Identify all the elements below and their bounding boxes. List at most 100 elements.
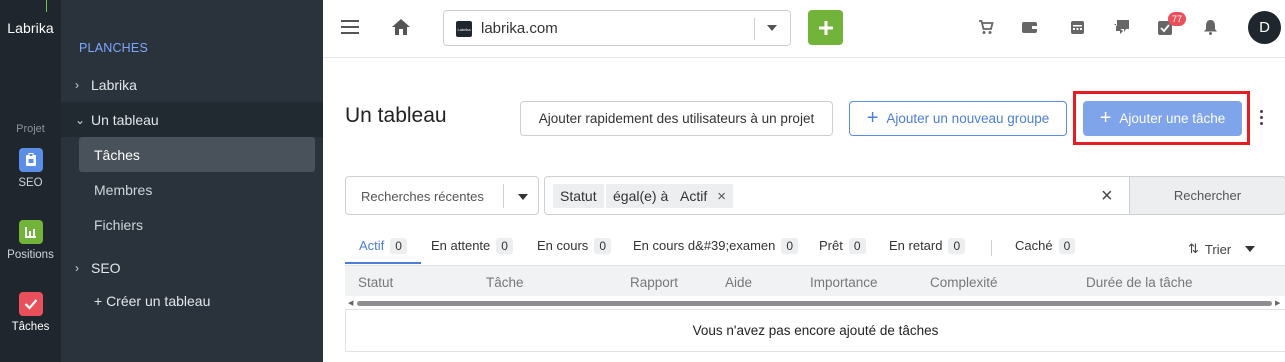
check-icon	[18, 292, 43, 316]
chevron-down-icon	[1245, 246, 1256, 252]
scroll-left-icon[interactable]: ◀	[348, 299, 353, 307]
tab-count: 0	[781, 238, 799, 254]
tab-en-attente[interactable]: En attente 0	[431, 238, 513, 264]
rail-section-label: Projet	[16, 123, 45, 135]
wallet-icon[interactable]	[1021, 19, 1038, 38]
column-header[interactable]: Durée de la tâche	[1086, 275, 1193, 290]
site-favicon: Labrika	[456, 21, 472, 37]
bell-icon[interactable]	[1203, 19, 1218, 38]
tab-en-retard[interactable]: En retard 0	[889, 238, 966, 264]
tab-label: En attente	[431, 238, 491, 253]
chevron-right-icon: ›	[75, 260, 79, 275]
recent-searches-select[interactable]: Recherches récentes	[345, 176, 539, 215]
sidebar-group-label: Un tableau	[91, 111, 159, 128]
scroll-right-icon[interactable]: ▶	[1275, 299, 1280, 307]
rail-item-label: Tâches	[11, 321, 50, 333]
search-button[interactable]: Rechercher	[1129, 176, 1285, 215]
filter-query-field[interactable]: Statut égal(e) à Actif × × Rechercher	[544, 176, 1285, 215]
calendar-icon[interactable]	[1070, 19, 1085, 38]
sort-dropdown[interactable]: ⇅ Trier	[1188, 241, 1256, 257]
filter-chip-value[interactable]: Actif ×	[673, 184, 733, 208]
chart-icon	[18, 220, 43, 244]
rail-item-taches[interactable]: Tâches	[0, 292, 61, 333]
tab-count: 0	[390, 238, 407, 254]
top-bar: Labrika labrika.com 77 D	[323, 0, 1285, 58]
column-header[interactable]: Tâche	[486, 275, 524, 290]
clipboard-icon	[18, 148, 43, 172]
rail-item-label: Positions	[7, 249, 54, 261]
tab-label: En cours d&#39;examen	[633, 238, 776, 253]
tab-label: En cours	[537, 238, 589, 253]
rail-item-seo[interactable]: SEO	[0, 148, 61, 189]
column-header[interactable]: Aide	[725, 275, 752, 290]
tab-count: 0	[848, 238, 866, 254]
tab-count: 0	[594, 238, 611, 254]
project-url: labrika.com	[481, 20, 558, 37]
tab-label: Prêt	[819, 238, 843, 253]
tab-en-cours-examen[interactable]: En cours d&#39;examen 0	[633, 238, 799, 264]
tab-divider	[991, 240, 992, 256]
sidebar-title: PLANCHES	[79, 41, 148, 55]
sidebar-item-taches[interactable]: Tâches	[79, 137, 315, 172]
filter-chip-field[interactable]: Statut	[553, 184, 604, 208]
tab-count: 0	[948, 238, 966, 254]
sort-label: Trier	[1204, 241, 1232, 257]
add-group-label: Ajouter un nouveau groupe	[886, 111, 1050, 126]
boards-sidebar: PLANCHES › Labrika ⌄ Un tableau Tâches M…	[61, 0, 323, 362]
horizontal-scrollbar[interactable]: ◀ ▶	[345, 296, 1285, 310]
rail-item-positions[interactable]: Positions	[0, 220, 61, 261]
column-header[interactable]: Importance	[810, 275, 878, 290]
selector-divider	[754, 18, 755, 40]
tab-label: Actif	[359, 238, 385, 253]
column-header[interactable]: Rapport	[630, 275, 678, 290]
tab-pret[interactable]: Prêt 0	[819, 238, 866, 264]
close-icon[interactable]: ×	[717, 188, 726, 205]
create-board-link[interactable]: + Créer un tableau	[94, 293, 210, 309]
highlight-box	[1073, 91, 1250, 145]
logo-accent	[46, 0, 47, 12]
filter-chip-value-label: Actif	[680, 188, 708, 204]
chevron-right-icon: ›	[75, 77, 79, 92]
recent-searches-label: Recherches récentes	[361, 189, 484, 204]
chevron-down-icon[interactable]	[767, 25, 777, 31]
sidebar-group-labrika[interactable]: › Labrika	[61, 67, 323, 102]
sidebar-group-un-tableau[interactable]: ⌄ Un tableau	[61, 102, 323, 137]
quick-add-users-button[interactable]: Ajouter rapidement des utilisateurs à un…	[520, 101, 833, 136]
cart-icon[interactable]	[978, 19, 994, 38]
empty-state-message: Vous n'avez pas encore ajouté de tâches	[345, 310, 1285, 352]
sidebar-group-label: SEO	[91, 259, 121, 276]
notification-count-badge: 77	[1168, 12, 1186, 26]
avatar[interactable]: D	[1248, 11, 1281, 44]
more-options-icon[interactable]	[1260, 110, 1264, 128]
project-selector[interactable]: Labrika labrika.com	[443, 10, 791, 46]
home-icon[interactable]	[391, 18, 411, 39]
column-header[interactable]: Statut	[358, 275, 393, 290]
tab-count: 0	[1058, 238, 1076, 254]
tab-label: Caché	[1015, 238, 1053, 253]
table-header: Statut Tâche Rapport Aide Importance Com…	[345, 265, 1285, 296]
page-title: Un tableau	[345, 104, 447, 127]
chat-icon[interactable]	[1113, 19, 1131, 38]
scrollbar-thumb[interactable]	[357, 301, 1272, 306]
add-group-button[interactable]: + Ajouter un nouveau groupe	[849, 101, 1067, 136]
rail-item-label: SEO	[18, 177, 43, 189]
select-divider	[503, 184, 504, 208]
app-logo[interactable]: Labrika	[0, 20, 61, 36]
chevron-down-icon[interactable]	[518, 194, 528, 200]
tab-en-cours[interactable]: En cours 0	[537, 238, 611, 264]
menu-icon[interactable]	[341, 20, 359, 34]
plus-icon: +	[866, 107, 879, 129]
tab-actif[interactable]: Actif 0	[345, 238, 421, 264]
sidebar-group-seo[interactable]: › SEO	[61, 250, 323, 285]
column-header[interactable]: Complexité	[930, 275, 998, 290]
tab-cache[interactable]: Caché 0	[1015, 238, 1076, 264]
tab-label: En retard	[889, 238, 943, 253]
clear-icon[interactable]: ×	[1101, 185, 1113, 208]
sidebar-item-fichiers[interactable]: Fichiers	[79, 207, 315, 242]
tab-count: 0	[496, 238, 513, 254]
add-button[interactable]	[808, 10, 843, 45]
status-tabs: Actif 0 En attente 0 En cours 0 En cours d&…	[345, 238, 1285, 264]
filter-chip-operator[interactable]: égal(e) à	[606, 184, 676, 208]
plus-icon	[818, 20, 833, 35]
sidebar-item-membres[interactable]: Membres	[79, 172, 315, 207]
